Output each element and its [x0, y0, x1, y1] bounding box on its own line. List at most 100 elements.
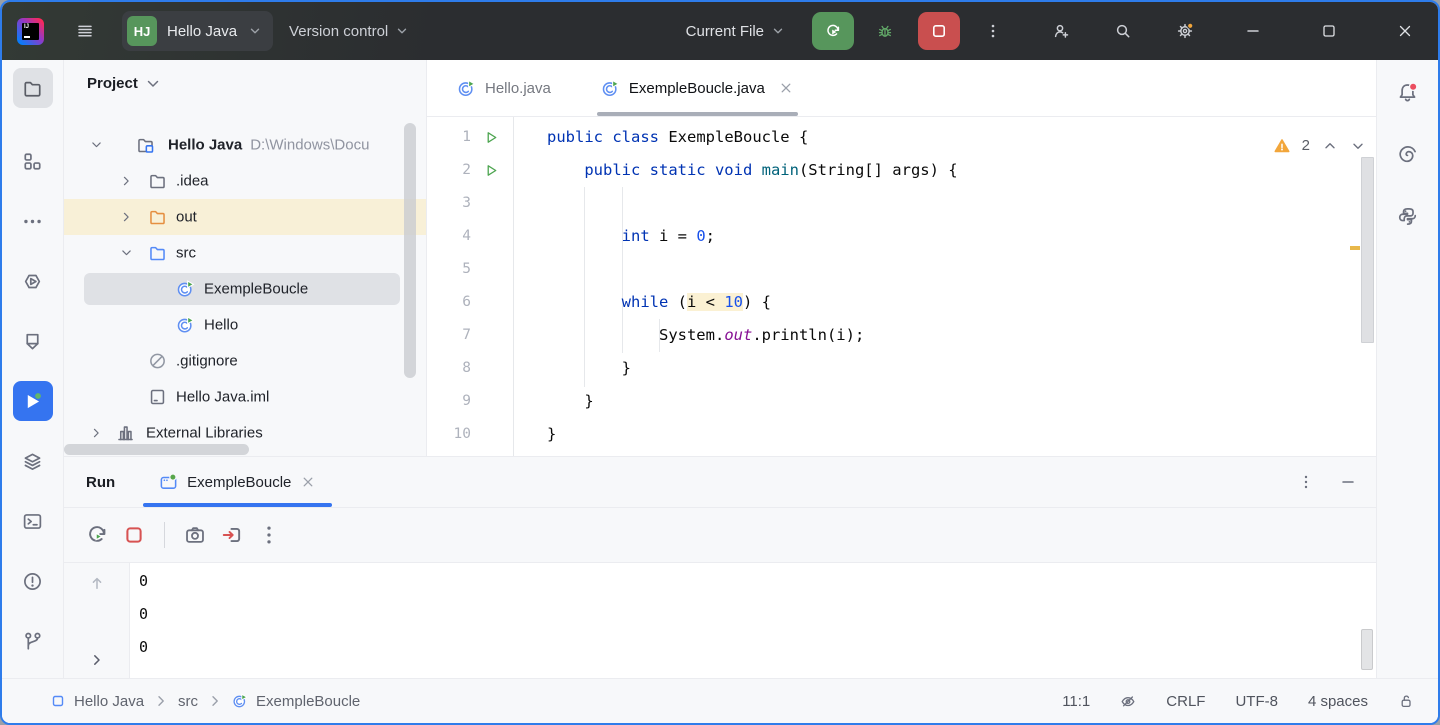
- tree-item-idea[interactable]: .idea: [64, 163, 426, 199]
- project-panel-header[interactable]: Project: [87, 75, 161, 92]
- close-tab-icon[interactable]: [778, 80, 794, 96]
- python-packages-button[interactable]: [1388, 196, 1428, 236]
- main-menu-button[interactable]: [68, 14, 102, 48]
- code-line[interactable]: 3: [427, 187, 1376, 220]
- warning-circle-icon: [22, 571, 43, 592]
- search-everywhere-button[interactable]: [1106, 14, 1140, 48]
- code-editor[interactable]: 1public class ExempleBoucle {2 public st…: [427, 117, 1376, 456]
- breadcrumb-project[interactable]: Hello Java: [50, 693, 144, 710]
- project-widget[interactable]: HJ Hello Java: [122, 11, 273, 51]
- tree-item-hello[interactable]: Hello: [64, 307, 426, 343]
- search-icon: [1115, 23, 1131, 39]
- editor: Hello.java ExempleBoucle.java 1: [427, 60, 1376, 456]
- run-tool-button[interactable]: [13, 381, 53, 421]
- gutter-space: [471, 385, 511, 418]
- project-tool-button[interactable]: [13, 68, 53, 108]
- run-panel-header: Run ExempleBoucle: [64, 457, 1376, 508]
- code-line[interactable]: 5: [427, 253, 1376, 286]
- tree-item-hello-java-root[interactable]: Hello JavaD:\Windows\Docu: [64, 127, 426, 163]
- scroll-to-top-icon[interactable]: [89, 575, 105, 591]
- console-fold-icon[interactable]: [89, 652, 105, 668]
- settings-button[interactable]: [1168, 14, 1202, 48]
- ai-assistant-button[interactable]: [1388, 134, 1428, 174]
- problems-tool-button[interactable]: [13, 561, 53, 601]
- project-horizontal-scrollbar[interactable]: [64, 444, 249, 455]
- services-tool-button[interactable]: [13, 261, 53, 301]
- project-avatar: HJ: [127, 16, 157, 46]
- breadcrumb-src[interactable]: src: [178, 693, 198, 710]
- run-line-button[interactable]: [471, 121, 511, 154]
- console-output[interactable]: 0 0 0: [130, 563, 1376, 678]
- version-control-tool-button[interactable]: [13, 621, 53, 661]
- thread-dump-button[interactable]: [184, 524, 206, 546]
- gutter-space: [471, 220, 511, 253]
- tree-item-iml[interactable]: Hello Java.iml: [64, 379, 426, 415]
- stop-process-button[interactable]: [123, 524, 145, 546]
- bookmarks-tool-button[interactable]: [13, 321, 53, 361]
- vcs-widget[interactable]: Version control: [289, 23, 410, 40]
- dependencies-tool-button[interactable]: [13, 441, 53, 481]
- services-icon: [22, 271, 43, 292]
- structure-tool-button[interactable]: [13, 141, 53, 181]
- indent-setting[interactable]: 4 spaces: [1308, 693, 1368, 710]
- maximize-button[interactable]: [1312, 14, 1346, 48]
- hide-panel-button[interactable]: [1340, 474, 1356, 490]
- code-line[interactable]: 10}: [427, 418, 1376, 451]
- run-line-button[interactable]: [471, 154, 511, 187]
- stop-button[interactable]: [918, 12, 960, 50]
- more-tool-windows-button[interactable]: [13, 201, 53, 241]
- file-encoding[interactable]: UTF-8: [1235, 693, 1278, 710]
- more-console-actions-button[interactable]: [258, 524, 280, 546]
- code-text: }: [511, 352, 631, 385]
- unlock-icon[interactable]: [1398, 693, 1414, 709]
- code-with-me-button[interactable]: [1044, 14, 1078, 48]
- run-tab-exempleboucle[interactable]: ExempleBoucle: [143, 457, 332, 507]
- tab-exempleboucle-java[interactable]: ExempleBoucle.java: [587, 60, 808, 116]
- line-ending[interactable]: CRLF: [1166, 693, 1205, 710]
- close-button[interactable]: [1388, 14, 1422, 48]
- code-line[interactable]: 1public class ExempleBoucle {: [427, 121, 1376, 154]
- code-line[interactable]: 8 }: [427, 352, 1376, 385]
- next-warning-button[interactable]: [1350, 138, 1366, 154]
- run-panel-options-button[interactable]: [1298, 474, 1314, 490]
- line-number: 6: [427, 286, 471, 319]
- exit-button[interactable]: [221, 524, 243, 546]
- status-bar: Hello Java src ExempleBoucle 11:1 CRLF U…: [2, 678, 1438, 723]
- chevron-down-icon: [394, 23, 410, 39]
- inspections-widget[interactable]: 2: [1274, 129, 1366, 162]
- tree-item-exempleboucle[interactable]: ExempleBoucle: [64, 271, 426, 307]
- line-number: 7: [427, 319, 471, 352]
- code-line[interactable]: 7 System.out.println(i);: [427, 319, 1376, 352]
- editor-scrollbar[interactable]: [1361, 157, 1374, 343]
- run-button[interactable]: [812, 12, 854, 50]
- breadcrumb-file[interactable]: ExempleBoucle: [232, 693, 360, 710]
- console-scrollbar[interactable]: [1361, 629, 1373, 670]
- debug-button[interactable]: [868, 14, 902, 48]
- line-number: 2: [427, 154, 471, 187]
- notifications-button[interactable]: [1388, 72, 1428, 112]
- tab-hello-java[interactable]: Hello.java: [443, 60, 565, 116]
- minimize-button[interactable]: [1236, 14, 1270, 48]
- code-line[interactable]: 6 while (i < 10) {: [427, 286, 1376, 319]
- run-config-selector[interactable]: Current File: [686, 23, 786, 40]
- terminal-tool-button[interactable]: [13, 501, 53, 541]
- close-tab-icon[interactable]: [300, 474, 316, 490]
- rerun-button[interactable]: [86, 524, 108, 546]
- java-class-icon: [601, 79, 620, 98]
- code-line[interactable]: 9 }: [427, 385, 1376, 418]
- code-line[interactable]: 4 int i = 0;: [427, 220, 1376, 253]
- close-icon: [1397, 23, 1413, 39]
- left-tool-strip: [2, 60, 64, 678]
- tree-item-out[interactable]: out: [64, 199, 426, 235]
- previous-warning-button[interactable]: [1322, 138, 1338, 154]
- minimize-icon: [1245, 23, 1261, 39]
- code-line[interactable]: 2 public static void main(String[] args)…: [427, 154, 1376, 187]
- tree-item-gitignore[interactable]: .gitignore: [64, 343, 426, 379]
- caret-position[interactable]: 11:1: [1062, 693, 1090, 710]
- highlighting-level-icon[interactable]: [1120, 693, 1136, 709]
- bell-icon: [1397, 82, 1418, 103]
- more-actions-button[interactable]: [976, 14, 1010, 48]
- tree-item-src[interactable]: src: [64, 235, 426, 271]
- code-text: }: [511, 418, 556, 451]
- project-vertical-scrollbar[interactable]: [404, 123, 416, 378]
